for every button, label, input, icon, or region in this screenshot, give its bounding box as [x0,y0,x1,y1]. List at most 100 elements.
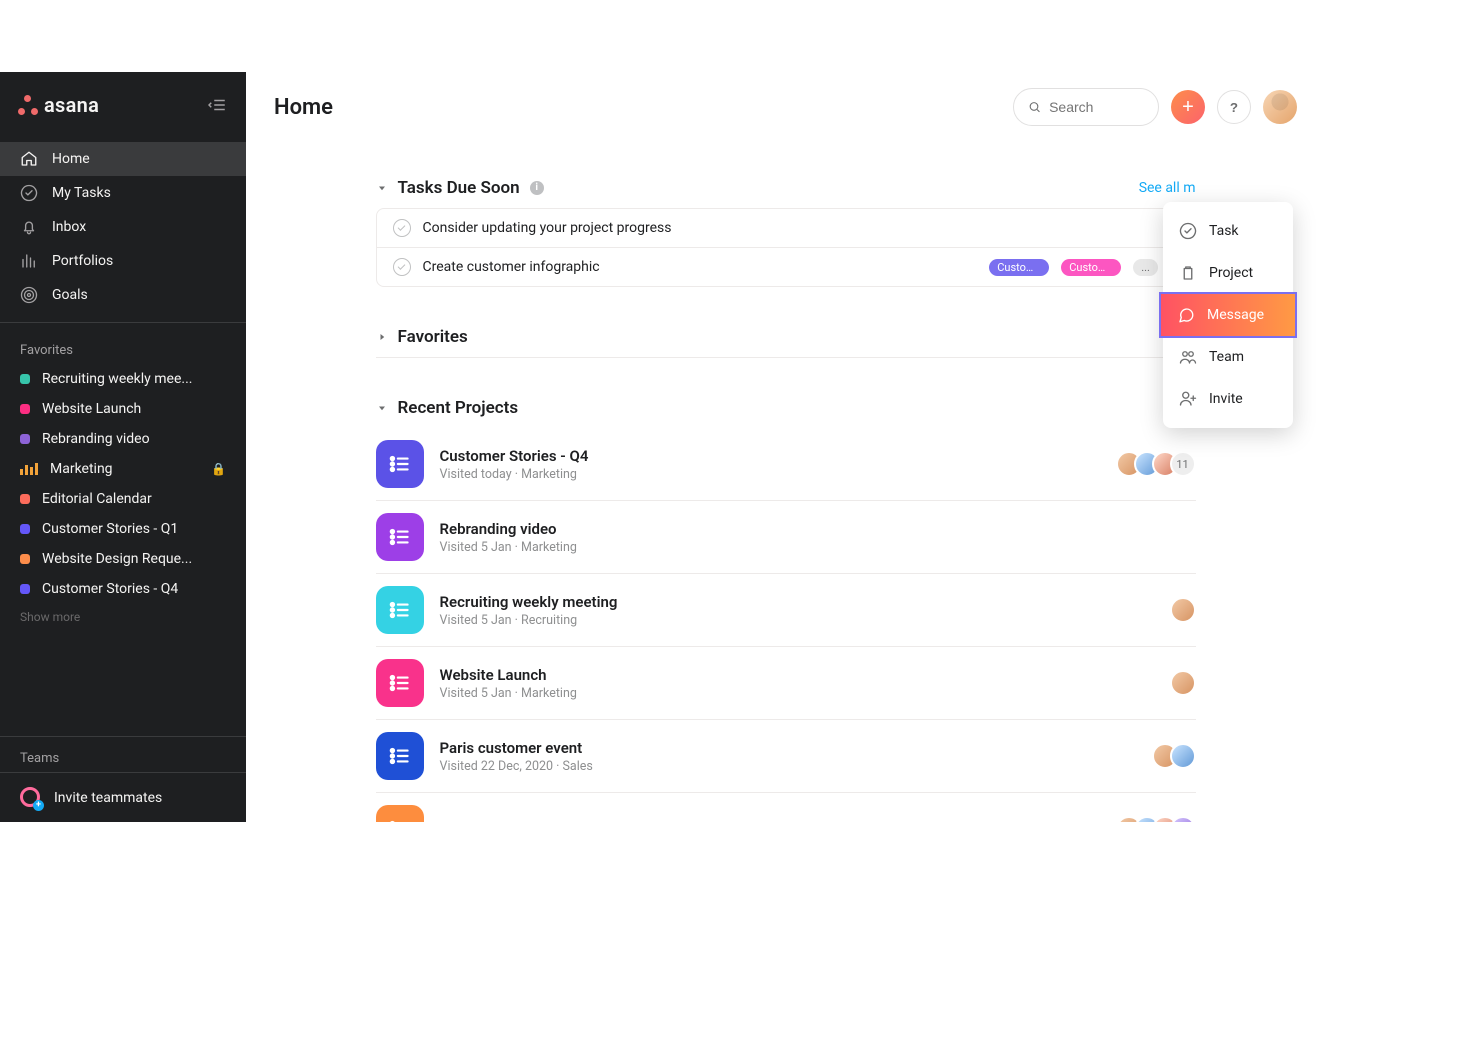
task-row[interactable]: Create customer infographicCustom...Cust… [377,248,1195,286]
project-pill[interactable]: ... [1133,259,1158,276]
favorite-item[interactable]: Editorial Calendar [0,484,246,514]
project-pill[interactable]: Custom... [1061,259,1121,276]
chevron-down-icon[interactable] [376,182,388,194]
project-members: 11 [1116,451,1196,477]
lock-icon: 🔒 [211,462,226,476]
member-avatar[interactable] [1170,670,1196,696]
nav-label: My Tasks [52,185,111,201]
project-row[interactable]: Customer Stories - Q4 Visited today · Mar… [376,428,1196,501]
favorite-label: Website Design Reque... [42,551,226,567]
member-avatar[interactable] [1170,816,1196,822]
sidebar-item-goals[interactable]: Goals [0,278,246,312]
search-box[interactable] [1013,88,1159,126]
project-color-dot [20,494,30,504]
create-menu-item-message[interactable]: Message [1161,294,1295,336]
see-all-tasks-link[interactable]: See all m [1139,180,1196,196]
section-favorites: Favorites [376,327,1196,358]
favorites-list: Recruiting weekly mee... Website Launch Re… [0,364,246,604]
member-avatar[interactable] [1170,743,1196,769]
favorite-label: Editorial Calendar [42,491,226,507]
project-meta: Visited today · Marketing [440,467,1100,482]
task-row[interactable]: Consider updating your project progressT… [377,209,1195,248]
section-title: Recent Projects [398,398,519,418]
favorite-label: Recruiting weekly mee... [42,371,226,387]
project-meta: Visited 5 Jan · Marketing [440,540,1180,555]
favorite-item[interactable]: Website Design Reque... [0,544,246,574]
project-row[interactable]: Rebranding videoVisited 5 Jan · Marketin… [376,501,1196,574]
mytasks-icon [20,184,38,202]
create-menu-item-project[interactable]: Project [1163,252,1293,294]
project-name: Website Design Requests [440,820,1100,822]
favorite-item[interactable]: Website Launch [0,394,246,424]
chevron-down-icon[interactable] [376,402,388,414]
task-complete-checkbox[interactable] [393,219,411,237]
create-new-button[interactable]: + [1171,90,1205,124]
team-icon [1179,348,1197,366]
project-meta: Visited 5 Jan · Recruiting [440,613,1154,628]
project-row[interactable]: Recruiting weekly meeting Visited 5 Jan ·… [376,574,1196,647]
favorites-show-more[interactable]: Show more [0,604,246,630]
nav-label: Portfolios [52,253,113,269]
portfolios-icon [20,252,38,270]
message-icon [1177,306,1195,324]
favorite-label: Marketing [50,461,199,477]
create-menu-item-task[interactable]: Task [1163,210,1293,252]
favorite-item[interactable]: Rebranding video [0,424,246,454]
project-name: Recruiting weekly meeting [440,593,1154,611]
bars-icon [20,463,38,475]
info-icon[interactable]: i [530,181,544,195]
help-button[interactable]: ? [1217,90,1251,124]
sidebar-item-portfolios[interactable]: Portfolios [0,244,246,278]
member-overflow-count[interactable]: 11 [1170,451,1196,477]
user-avatar[interactable] [1263,90,1297,124]
member-avatar[interactable] [1170,597,1196,623]
project-icon [376,659,424,707]
project-members [1170,597,1196,623]
sidebar-collapse-icon[interactable] [208,96,228,114]
create-menu-item-invite[interactable]: Invite [1163,378,1293,420]
project-color-dot [20,584,30,594]
favorite-item[interactable]: Recruiting weekly mee... [0,364,246,394]
search-input[interactable] [1049,99,1144,115]
asana-logo[interactable]: asana [18,93,99,117]
search-icon [1028,99,1041,115]
favorite-item[interactable]: Marketing 🔒 [0,454,246,484]
popup-label: Invite [1209,391,1243,407]
invite-teammates-button[interactable]: + Invite teammates [0,772,246,822]
favorite-item[interactable]: Customer Stories - Q4 [0,574,246,604]
project-name: Customer Stories - Q4 [440,447,1100,465]
project-icon [1179,264,1197,282]
popup-label: Message [1207,307,1264,323]
brand-text: asana [44,93,99,117]
popup-label: Project [1209,265,1253,281]
favorite-label: Customer Stories - Q1 [42,521,226,537]
favorite-item[interactable]: Customer Stories - Q1 [0,514,246,544]
favorite-label: Rebranding video [42,431,226,447]
nav-label: Home [52,151,90,167]
project-members [1170,670,1196,696]
section-tasks-due-soon: Tasks Due Soon i See all m Consider upda… [376,178,1196,287]
project-row[interactable]: Website LaunchVisited 5 Jan · Marketing [376,647,1196,720]
topbar: Home + ? [246,72,1325,142]
favorite-label: Website Launch [42,401,226,417]
project-icon [376,586,424,634]
task-list: Consider updating your project progressT… [376,208,1196,287]
sidebar-item-mytasks[interactable]: My Tasks [0,176,246,210]
goals-icon [20,286,38,304]
project-row[interactable]: Website Design Requests [376,793,1196,822]
project-row[interactable]: Paris customer eventVisited 22 Dec, 2020… [376,720,1196,793]
task-complete-checkbox[interactable] [393,258,411,276]
sidebar-item-inbox[interactable]: Inbox [0,210,246,244]
create-menu-item-team[interactable]: Team [1163,336,1293,378]
project-icon [376,513,424,561]
home-icon [20,150,38,168]
chevron-right-icon[interactable] [376,331,388,343]
project-color-dot [20,434,30,444]
project-pill[interactable]: Custom... [989,259,1049,276]
section-title: Tasks Due Soon [398,178,520,198]
sidebar-item-home[interactable]: Home [0,142,246,176]
nav-label: Goals [52,287,88,303]
project-color-dot [20,404,30,414]
project-icon [376,440,424,488]
project-icon [376,732,424,780]
